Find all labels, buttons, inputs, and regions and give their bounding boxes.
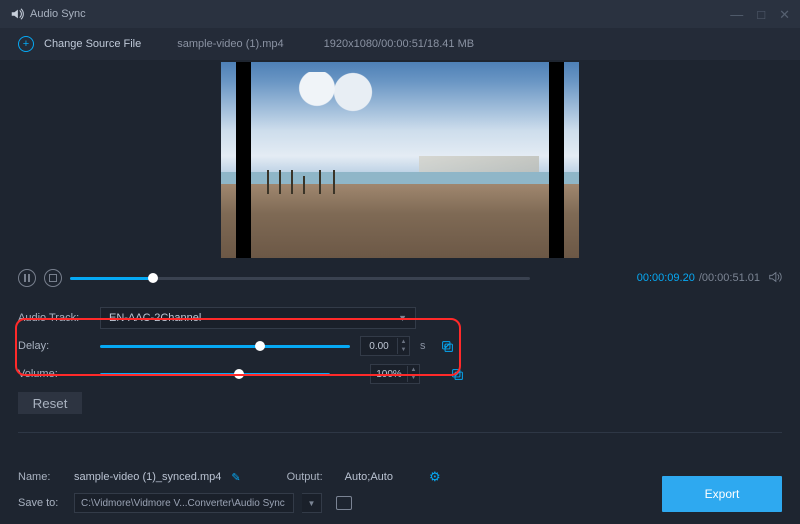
volume-value-input[interactable]: 100% ▲▼ [370,364,420,384]
apply-all-icon[interactable] [440,339,454,353]
delay-thumb[interactable] [255,341,265,351]
source-info: 1920x1080/00:00:51/18.41 MB [324,38,474,50]
change-source-button[interactable]: Change Source File [44,38,141,50]
delay-slider[interactable] [100,345,350,348]
delay-value: 0.00 [361,341,397,352]
source-filename: sample-video (1).mp4 [177,38,283,50]
spinner-arrows[interactable]: ▲▼ [407,366,419,382]
audio-track-value: EN-AAC-2Channel [109,312,201,324]
name-label: Name: [18,471,66,483]
apply-all-icon[interactable] [450,367,464,381]
video-preview-area [0,60,800,260]
current-time: 00:00:09.20 [637,272,695,284]
progress-fill [70,277,153,280]
total-time: /00:00:51.01 [699,272,760,284]
close-button[interactable]: ✕ [779,8,790,21]
chevron-down-icon: ▼ [398,313,407,323]
separator [18,432,782,433]
toolbar: + Change Source File sample-video (1).mp… [0,28,800,60]
volume-icon[interactable] [768,270,782,287]
audio-sync-icon [10,7,24,21]
spinner-arrows[interactable]: ▲▼ [397,338,409,354]
play-pause-button[interactable] [18,269,36,287]
save-path-value: C:\Vidmore\Vidmore V...Converter\Audio S… [81,498,285,509]
edit-name-icon[interactable]: ✎ [231,471,240,484]
save-path-dropdown[interactable]: ▼ [302,493,322,513]
delay-value-input[interactable]: 0.00 ▲▼ [360,336,410,356]
name-value: sample-video (1)_synced.mp4 [74,471,221,483]
progress-thumb[interactable] [148,273,158,283]
output-label: Output: [287,471,323,483]
delay-unit: s [420,340,430,352]
output-value: Auto;Auto [345,471,393,483]
minimize-button[interactable]: ― [730,8,743,21]
playback-bar: 00:00:09.20 /00:00:51.01 [0,260,800,296]
audio-track-label: Audio Track: [18,312,90,324]
stop-button[interactable] [44,269,62,287]
audio-track-select[interactable]: EN-AAC-2Channel ▼ [100,307,416,329]
title-bar: Audio Sync ― □ ✕ [0,0,800,28]
delay-label: Delay: [18,340,90,352]
open-folder-icon[interactable] [336,496,352,510]
settings-icon[interactable]: ⚙ [429,469,441,485]
export-button[interactable]: Export [662,476,782,512]
save-to-label: Save to: [18,497,66,509]
volume-label: Volume: [18,368,90,380]
save-path-input[interactable]: C:\Vidmore\Vidmore V...Converter\Audio S… [74,493,294,513]
add-file-icon[interactable]: + [18,36,34,52]
video-preview[interactable] [221,62,579,258]
playback-progress[interactable] [70,277,530,280]
volume-value: 100% [371,369,407,380]
reset-button[interactable]: Reset [18,392,82,414]
volume-thumb[interactable] [234,369,244,379]
maximize-button[interactable]: □ [757,8,765,21]
volume-slider[interactable] [100,373,330,376]
window-title: Audio Sync [30,8,86,20]
